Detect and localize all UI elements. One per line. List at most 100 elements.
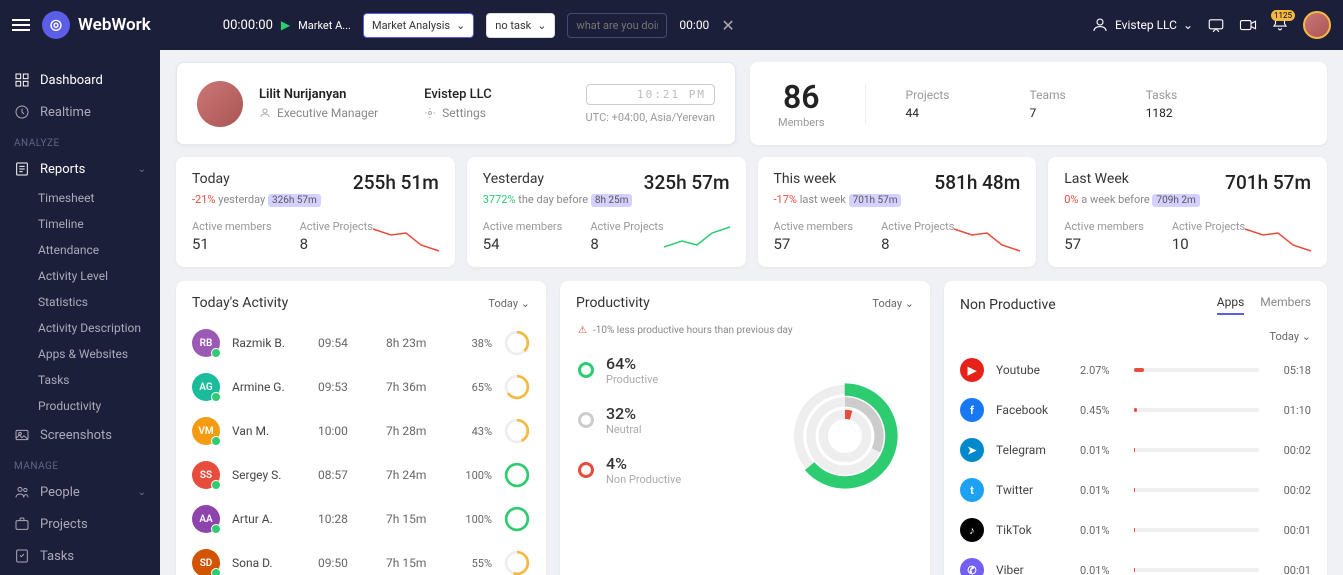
nonprod-row[interactable]: t Twitter 0.01% 00:02 [944,470,1327,510]
timer-value: 00:00:00 [223,18,273,33]
app-icon: ✆ [960,558,984,575]
sparkline [952,221,1022,255]
tracker-timer: 00:00:00 ▶ Market A... [223,18,351,33]
close-icon[interactable]: ✕ [721,16,734,35]
tab-apps[interactable]: Apps [1217,295,1245,315]
video-icon[interactable] [1239,16,1257,34]
sidebar-sub-productivity[interactable]: Productivity [0,393,160,419]
activity-row[interactable]: VM Van M. 10:00 7h 28m 43% [176,409,546,453]
nonprod-row[interactable]: ▶ Youtube 2.07% 05:18 [944,350,1327,390]
sidebar-item-reports[interactable]: Reports ⌄ [0,153,160,185]
nonprod-row[interactable]: ➤ Telegram 0.01% 00:02 [944,430,1327,470]
avatar: AA [192,505,220,533]
sparkline [1243,221,1313,255]
app-icon: f [960,398,984,422]
sidebar-item-dashboard[interactable]: Dashboard [0,64,160,96]
progress-ring [504,550,530,575]
sidebar: Dashboard Realtime ANALYZE Reports ⌄ Tim… [0,50,160,575]
app-icon: t [960,478,984,502]
avatar: RB [192,329,220,357]
tracker-project: Market A... [298,19,351,32]
user-switcher[interactable]: Evistep LLC ⌄ [1091,16,1193,34]
sidebar-sub-attendance[interactable]: Attendance [0,237,160,263]
activity-row[interactable]: RB Razmik B. 09:54 8h 23m 38% [176,321,546,365]
usage-bar [1134,568,1259,572]
chevron-down-icon: ⌄ [537,19,546,32]
logo[interactable]: ◎ WebWork [42,11,151,39]
nonprod-row[interactable]: ✆ Viber 0.01% 00:01 [944,550,1327,575]
profile-company: Evistep LLC [424,87,492,102]
productivity-panel: Productivity Today ⌄ ⚠-10% less producti… [560,281,930,575]
memo-input[interactable] [567,13,667,38]
sidebar-item-screenshots[interactable]: Screenshots [0,419,160,451]
usage-bar [1134,448,1259,452]
sidebar-sub-activity-description[interactable]: Activity Description [0,315,160,341]
task-dropdown[interactable]: no task⌄ [486,13,555,38]
progress-ring [504,462,530,488]
sparkline [371,221,441,255]
timezone: UTC: +04:00, Asia/Yerevan [586,111,715,124]
period-card-this-week: This week -17% last week 701h 57m 581h 4… [758,157,1037,267]
settings-link[interactable]: Settings [442,106,486,120]
people-icon [14,484,30,500]
sidebar-item-tasks[interactable]: Tasks [0,540,160,572]
brand-name: WebWork [78,15,151,35]
avatar[interactable] [1303,11,1331,39]
clock-icon [14,104,30,120]
progress-ring [504,506,530,532]
profile-card: Lilit Nurijanyan Executive Manager Evist… [176,62,736,145]
project-dropdown[interactable]: Market Analysis⌄ [363,13,474,38]
chevron-down-icon: ⌄ [138,164,146,175]
activity-row[interactable]: AA Artur A. 10:28 7h 15m 100% [176,497,546,541]
sidebar-item-projects[interactable]: Projects [0,508,160,540]
productivity-range-dropdown[interactable]: Today ⌄ [872,297,914,310]
activity-range-dropdown[interactable]: Today ⌄ [488,297,530,310]
period-card-last-week: Last Week 0% a week before 709h 2m 701h … [1048,157,1327,267]
logo-icon: ◎ [42,11,70,39]
nonprod-row[interactable]: f Facebook 0.45% 01:10 [944,390,1327,430]
nav-section-manage: MANAGE [0,451,160,476]
usage-bar [1134,368,1259,372]
activity-row[interactable]: SD Sona D. 09:50 7h 15m 55% [176,541,546,575]
progress-ring [504,418,530,444]
members-count: 86 [778,78,825,116]
sidebar-sub-tasks[interactable]: Tasks [0,367,160,393]
nav-section-analyze: ANALYZE [0,128,160,153]
notifications[interactable]: 1125 [1271,14,1289,36]
usage-bar [1134,528,1259,532]
usage-bar [1134,488,1259,492]
nonprod-row[interactable]: ♪ TikTok 0.01% 00:01 [944,510,1327,550]
period-card-yesterday: Yesterday 3772% the day before 8h 25m 32… [467,157,746,267]
chat-icon[interactable] [1207,16,1225,34]
sidebar-sub-apps-websites[interactable]: Apps & Websites [0,341,160,367]
dot-icon [578,462,594,478]
hamburger-icon[interactable] [12,16,30,34]
app-icon: ▶ [960,358,984,382]
briefcase-icon [14,516,30,532]
sidebar-sub-activity-level[interactable]: Activity Level [0,263,160,289]
user-icon [1091,16,1109,34]
tab-members[interactable]: Members [1260,295,1311,315]
dashboard-icon [14,72,30,88]
progress-ring [504,374,530,400]
play-icon[interactable]: ▶ [281,18,290,32]
nonproductive-panel: Non Productive Apps Members Today ⌄ ▶ Yo… [944,281,1327,575]
profile-name: Lilit Nurijanyan [259,87,378,102]
progress-ring [504,330,530,356]
sidebar-item-people[interactable]: People⌄ [0,476,160,508]
activity-row[interactable]: AG Armine G. 09:53 7h 36m 65% [176,365,546,409]
sidebar-sub-statistics[interactable]: Statistics [0,289,160,315]
sidebar-sub-timeline[interactable]: Timeline [0,211,160,237]
activity-row[interactable]: SS Sergey S. 08:57 7h 24m 100% [176,453,546,497]
period-card-today: Today -21% yesterday 326h 57m 255h 51m A… [176,157,455,267]
sidebar-sub-timesheet[interactable]: Timesheet [0,185,160,211]
nonprod-range-dropdown[interactable]: Today ⌄ [1269,330,1311,343]
activity-panel: Today's Activity Today ⌄ RB Razmik B. 09… [176,281,546,575]
gear-icon [424,107,436,119]
sidebar-item-realtime[interactable]: Realtime [0,96,160,128]
avatar: VM [192,417,220,445]
avatar: AG [192,373,220,401]
sparkline [662,221,732,255]
user-icon [259,107,271,119]
clock: 10:21 PM [586,84,715,105]
